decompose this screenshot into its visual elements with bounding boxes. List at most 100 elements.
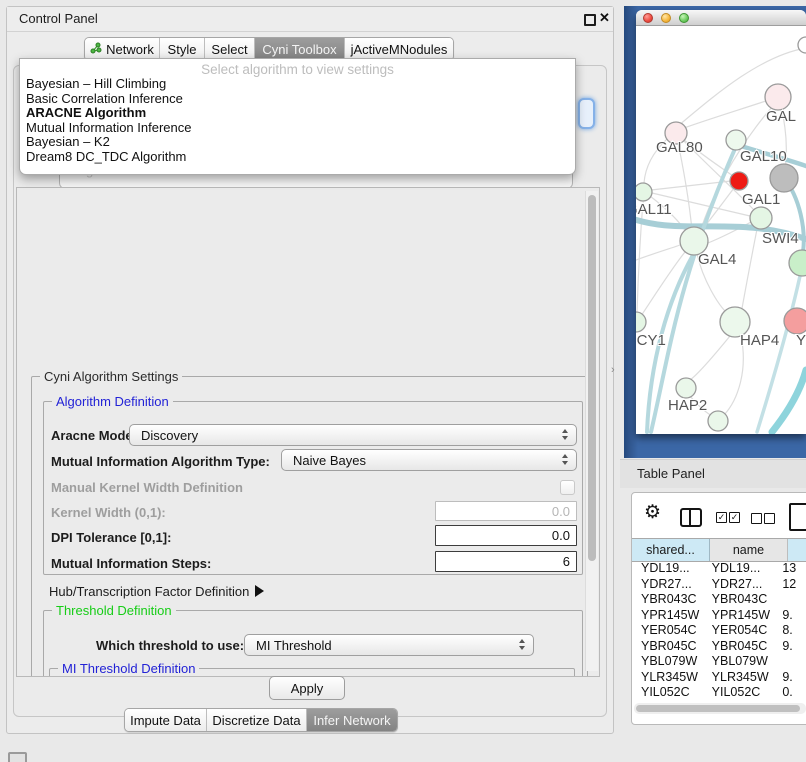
network-node-gal10[interactable]: [726, 130, 746, 150]
mi-steps-field[interactable]: [435, 551, 577, 572]
table-cell: YLR345W: [703, 670, 774, 686]
unchecked-box-icon[interactable]: [764, 513, 775, 524]
close-traffic-light[interactable]: [643, 13, 653, 23]
table-cell: [773, 654, 806, 670]
hub-section-label: Hub/Transcription Factor Definition: [49, 584, 249, 599]
algorithm-dropdown-popup: Select algorithm to view settings Bayesi…: [19, 58, 576, 175]
network-edge[interactable]: [757, 276, 800, 432]
network-node[interactable]: [798, 37, 806, 53]
network-node-gal[interactable]: [765, 84, 791, 110]
which-threshold-combo[interactable]: MI Threshold: [244, 634, 534, 656]
table-cell: YBR045C: [703, 639, 774, 655]
tab-impute-data[interactable]: Impute Data: [125, 709, 207, 731]
mi-type-combo[interactable]: Naive Bayes: [281, 449, 577, 471]
algorithm-item-bayesian-hill-climbing[interactable]: Bayesian – Hill Climbing: [20, 77, 575, 92]
table-row[interactable]: YBR045CYBR045C9.: [632, 639, 806, 655]
table-cell: 9.: [773, 670, 806, 686]
table-panel: ⚙ ✓ ✓ shared...name YDL19...YDL19...13YD…: [631, 492, 806, 725]
node-label-gal80: GAL80: [656, 139, 703, 156]
table-row[interactable]: YER054CYER054C8.: [632, 623, 806, 639]
algorithm-item-mutual-information-inference[interactable]: Mutual Information Inference: [20, 121, 575, 136]
tab-select[interactable]: Select: [205, 38, 255, 60]
tab-label: Select: [211, 42, 247, 57]
float-icon[interactable]: [584, 14, 596, 26]
network-node[interactable]: [708, 411, 728, 431]
table-row[interactable]: YLR345WYLR345W9.: [632, 670, 806, 686]
combo-arrows-icon: [562, 454, 569, 465]
mi-type-label: Mutual Information Algorithm Type:: [51, 454, 270, 469]
table-row[interactable]: YDL19...YDL19...13: [632, 561, 806, 577]
table-cell: 12: [773, 577, 806, 593]
table-cell: YIL052C: [703, 685, 774, 698]
table-hscrollbar[interactable]: [634, 703, 806, 714]
settings-vscrollbar[interactable]: [585, 191, 598, 671]
close-icon[interactable]: ✕: [599, 10, 610, 26]
tab-style[interactable]: Style: [160, 38, 205, 60]
network-node[interactable]: [730, 172, 748, 190]
network-edge[interactable]: [772, 370, 806, 432]
docked-panel-icon[interactable]: [8, 752, 27, 762]
tab-infer-network[interactable]: Infer Network: [307, 709, 397, 731]
table-row[interactable]: YBL079WYBL079W: [632, 654, 806, 670]
panel-title: Control Panel: [19, 11, 98, 26]
table-cell: YBR043C: [703, 592, 774, 608]
column-header-2[interactable]: [788, 539, 806, 561]
network-edge[interactable]: [690, 336, 730, 380]
hub-section-toggle[interactable]: Hub/Transcription Factor Definition: [49, 584, 264, 599]
algorithm-item-dream8-dc-tdc-algorithm[interactable]: Dream8 DC_TDC Algorithm: [20, 150, 575, 165]
control-panel-window: Control Panel ✕ Network Style Select Cyni T…: [6, 6, 614, 734]
gear-icon[interactable]: ⚙: [644, 501, 661, 524]
zoom-traffic-light[interactable]: [679, 13, 689, 23]
column-header-shared[interactable]: shared...: [632, 539, 710, 561]
node-label-hap2: HAP2: [668, 397, 707, 414]
network-edge[interactable]: [636, 244, 683, 260]
network-node-gal1[interactable]: [750, 207, 772, 229]
network-edge[interactable]: [684, 97, 778, 128]
columns-icon[interactable]: [680, 508, 702, 527]
table-row[interactable]: YBR043CYBR043C: [632, 592, 806, 608]
tab-jactivemnodules[interactable]: jActiveMNodules: [345, 38, 453, 60]
column-header-name[interactable]: name: [710, 539, 788, 561]
document-icon[interactable]: [789, 503, 806, 531]
network-canvas[interactable]: GALGAL80GAL10GAL1GAL11GAL4SWI4GCY1HAP4YH…: [636, 26, 806, 434]
algorithm-item-bayesian-k2[interactable]: Bayesian – K2: [20, 135, 575, 150]
network-window-titlebar[interactable]: [636, 10, 806, 26]
network-node-gcy1[interactable]: [636, 312, 646, 332]
algorithm-definition-legend: Algorithm Definition: [52, 394, 173, 409]
node-label-y: Y: [796, 332, 806, 349]
aracne-mode-combo[interactable]: Discovery: [129, 424, 577, 446]
algorithm-item-basic-correlation-inference[interactable]: Basic Correlation Inference: [20, 92, 575, 107]
algorithm-item-aracne-algorithm[interactable]: ARACNE Algorithm: [20, 106, 575, 121]
tab-cyni-toolbox[interactable]: Cyni Toolbox: [255, 38, 345, 60]
network-node-gal11[interactable]: [636, 183, 652, 201]
tab-label: Infer Network: [313, 713, 390, 728]
panel-sash-arrow[interactable]: ›: [611, 364, 615, 376]
vscroll-thumb[interactable]: [588, 195, 596, 561]
table-hscroll-thumb[interactable]: [636, 705, 800, 712]
table-cell: YBR045C: [632, 639, 703, 655]
dpi-tolerance-field[interactable]: [435, 525, 577, 546]
table-cell: YBL079W: [703, 654, 774, 670]
kernel-width-field[interactable]: [435, 501, 577, 521]
unchecked-box-icon[interactable]: [751, 513, 762, 524]
network-node-swi4[interactable]: [789, 250, 806, 276]
network-icon: [90, 42, 102, 57]
table-cell: 0.: [773, 685, 806, 698]
checked-box-icon[interactable]: ✓: [716, 512, 727, 523]
table-row[interactable]: YIL052CYIL052C0.: [632, 685, 806, 698]
checked-box-icon[interactable]: ✓: [729, 512, 740, 523]
table-row[interactable]: YPR145WYPR145W9.: [632, 608, 806, 624]
table-row[interactable]: YDR27...YDR27...12: [632, 577, 806, 593]
table-panel-titlebar: Table Panel: [620, 459, 806, 488]
minimize-traffic-light[interactable]: [661, 13, 671, 23]
tab-label: Network: [106, 42, 154, 57]
network-node-y[interactable]: [784, 308, 806, 334]
cyni-settings-legend: Cyni Algorithm Settings: [40, 369, 182, 384]
network-node[interactable]: [770, 164, 798, 192]
apply-button[interactable]: Apply: [269, 676, 345, 700]
tab-network[interactable]: Network: [85, 38, 160, 60]
manual-kernel-checkbox[interactable]: [560, 480, 575, 495]
node-label-swi4: SWI4: [762, 230, 799, 247]
network-node-hap2[interactable]: [676, 378, 696, 398]
tab-discretize-data[interactable]: Discretize Data: [207, 709, 307, 731]
